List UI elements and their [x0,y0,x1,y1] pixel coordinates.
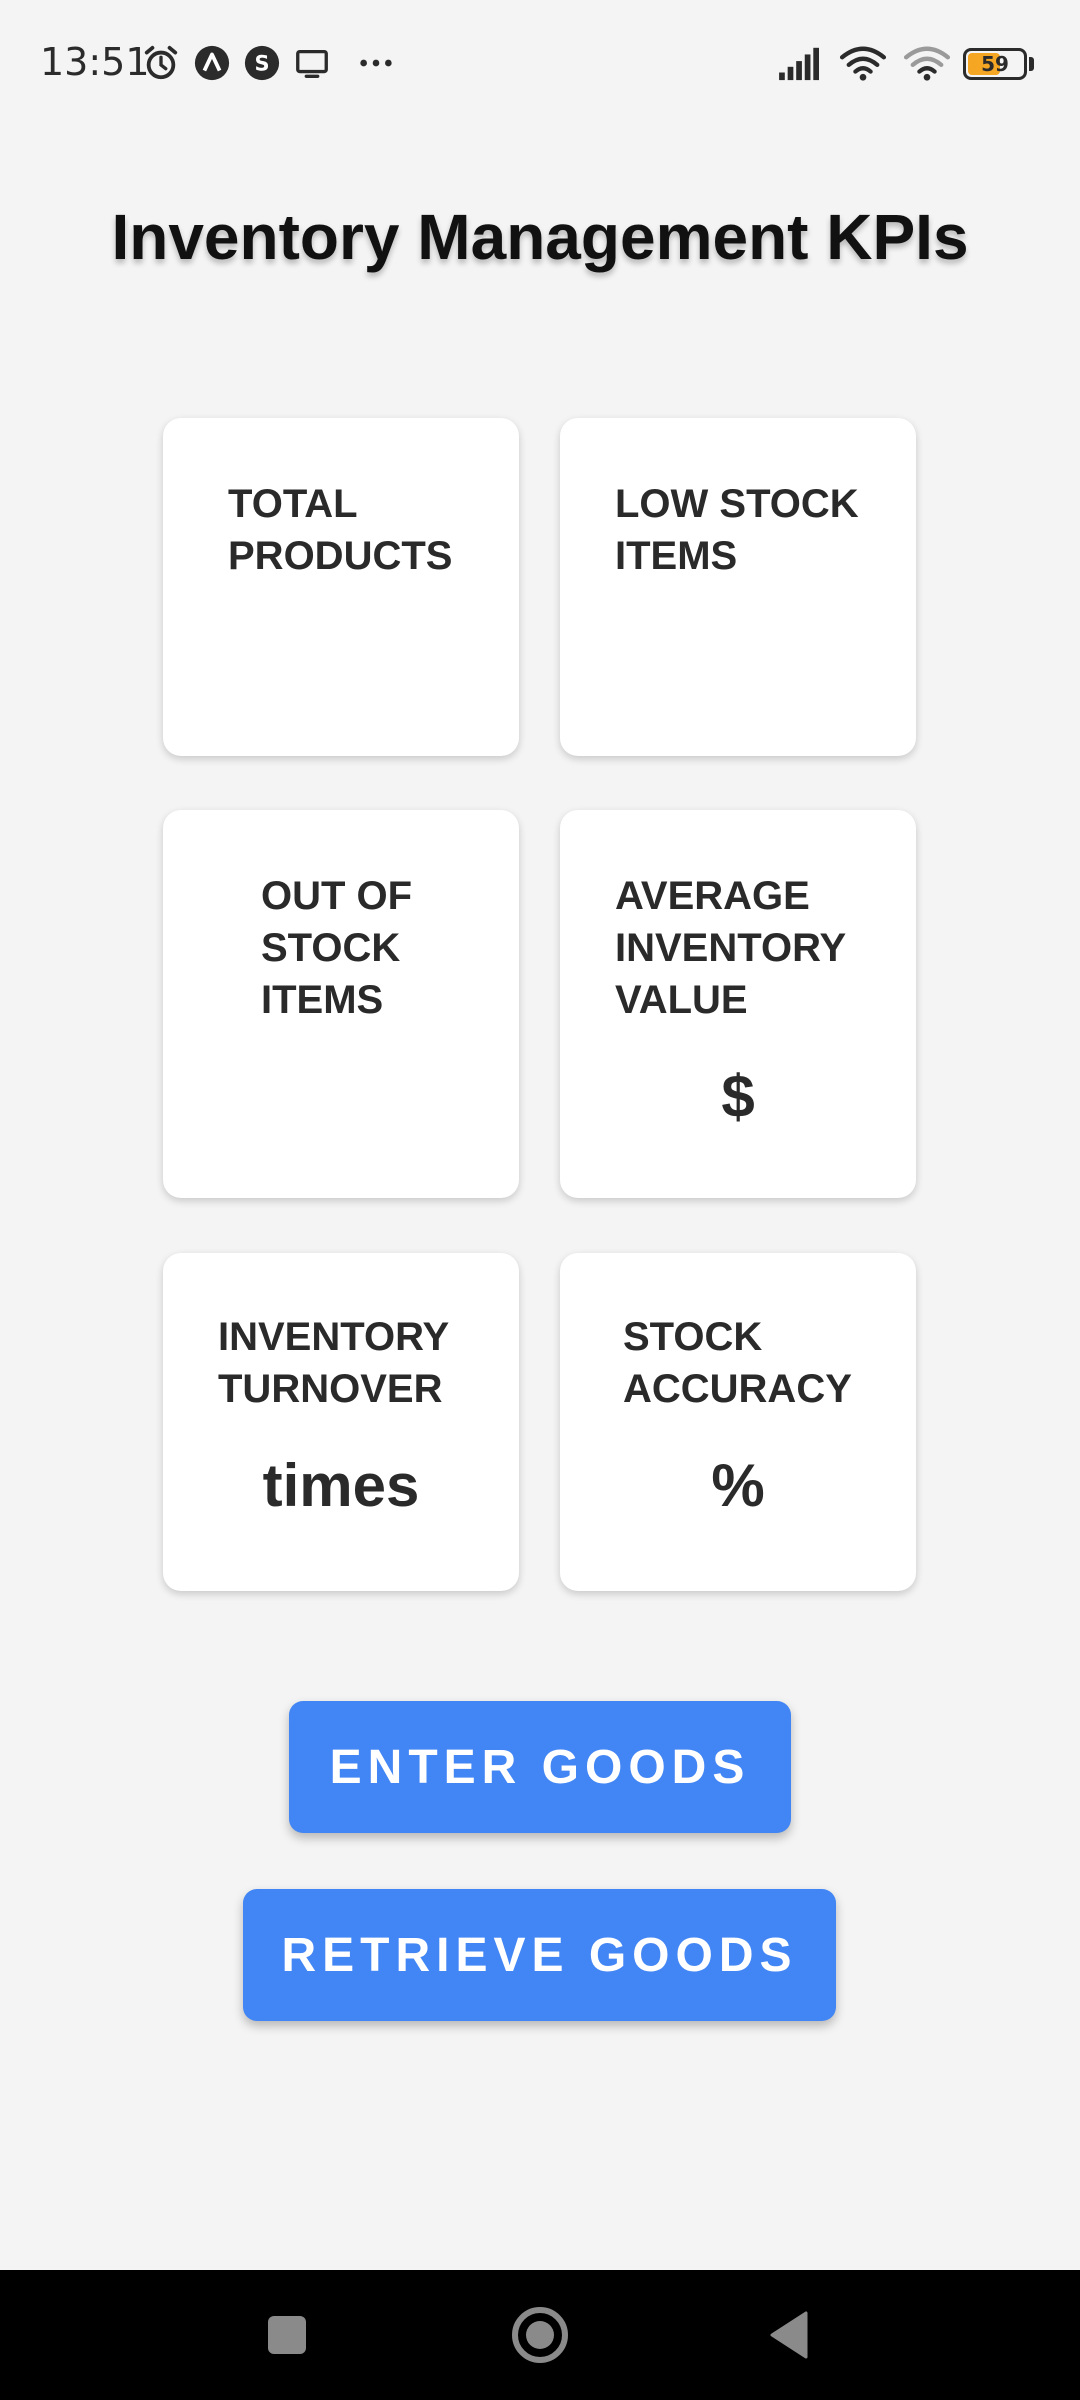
kpi-label: STOCK ACCURACY [623,1315,852,1411]
kpi-label: OUT OF STOCK ITEMS [261,874,413,1022]
kpi-card-average-inventory-value: AVERAGE INVENTORY VALUE $ [560,810,916,1198]
more-dots-icon [356,44,396,82]
page-title: Inventory Management KPIs [111,201,969,273]
kpi-label: AVERAGE INVENTORY VALUE [615,874,847,1022]
kpi-label: TOTAL PRODUCTS [228,482,453,578]
kpi-label: INVENTORY TURNOVER [218,1315,450,1411]
kpi-value: % [711,1452,765,1519]
wifi-icon [838,44,888,82]
kpi-card-out-of-stock-items: OUT OF STOCK ITEMS [163,810,519,1198]
wifi-icon [902,44,952,82]
navigation-bar [0,2270,1080,2400]
screen-cast-icon [293,44,331,82]
status-time: 13:51 [40,40,150,84]
battery-level: 59 [981,52,1009,76]
battery-icon: 59 [963,48,1027,80]
recent-apps-icon[interactable] [252,2300,322,2370]
signal-icon [776,44,824,82]
back-icon[interactable] [756,2300,826,2370]
alarm-icon [142,44,180,82]
battery-tip [1029,57,1034,71]
status-bar: 13:51 S 59 [0,0,1080,120]
kpi-card-low-stock-items: LOW STOCK ITEMS [560,418,916,756]
app-s-icon: S [243,44,281,82]
kpi-value: times [262,1452,420,1519]
home-icon[interactable] [505,2300,575,2370]
kpi-label: LOW STOCK ITEMS [615,482,859,578]
kpi-card-stock-accuracy: STOCK ACCURACY % [560,1253,916,1591]
kpi-card-inventory-turnover: INVENTORY TURNOVER times [163,1253,519,1591]
app-a-icon [193,44,231,82]
kpi-value: $ [721,1063,755,1130]
svg-text:S: S [254,52,269,76]
enter-goods-button[interactable]: ENTER GOODS [289,1701,791,1833]
kpi-card-total-products: TOTAL PRODUCTS [163,418,519,756]
retrieve-goods-button[interactable]: RETRIEVE GOODS [243,1889,836,2021]
